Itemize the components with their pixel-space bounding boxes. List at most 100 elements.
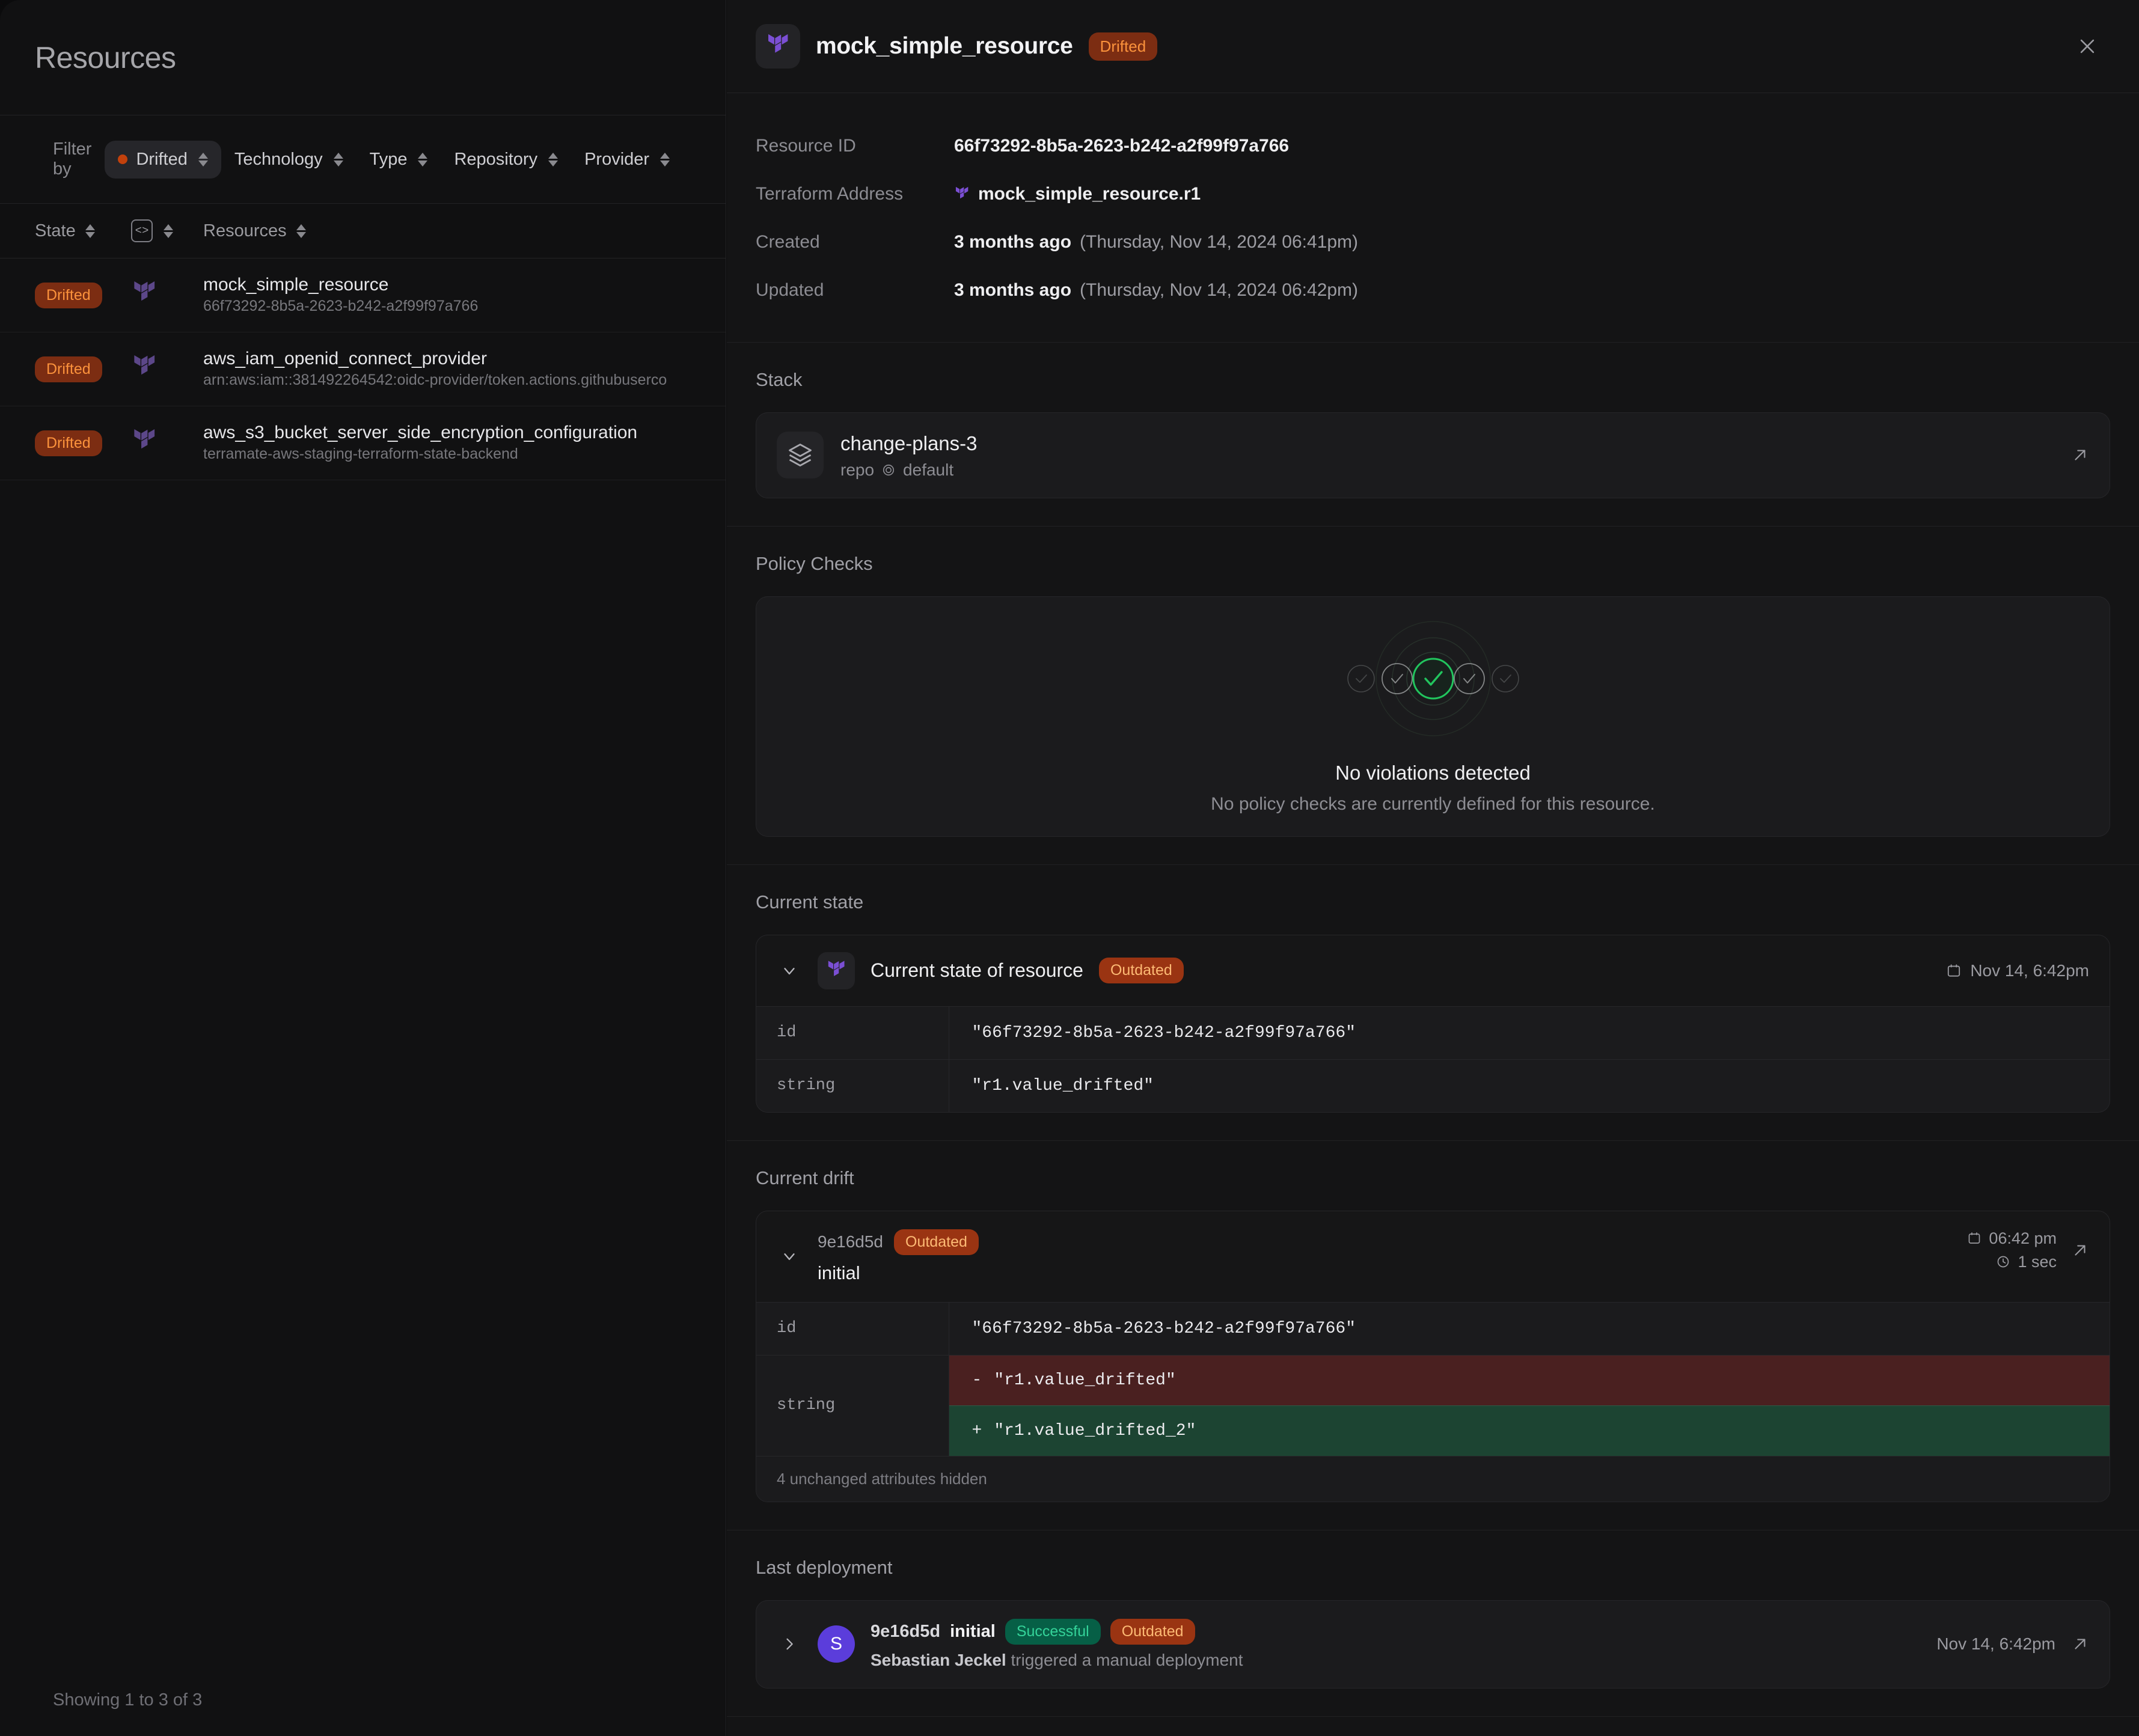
policy-checks-empty-state: No violations detected No policy checks …: [756, 596, 2110, 837]
deployment-action: triggered a manual deployment: [1011, 1650, 1243, 1669]
column-header-label: State: [35, 221, 76, 240]
status-dot-icon: [118, 154, 128, 164]
layers-icon: [777, 432, 824, 479]
metadata-value-wrap: 3 months ago (Thursday, Nov 14, 2024 06:…: [954, 232, 1358, 252]
metadata-rows: Resource ID 66f73292-8b5a-2623-b242-a2f9…: [756, 120, 2110, 314]
table-row: id "66f73292-8b5a-2623-b242-a2f99f97a766…: [756, 1006, 2110, 1060]
current-drift-duration-wrap: 1 sec: [1996, 1253, 2057, 1271]
stack-repo-label: repo: [840, 460, 875, 479]
terraform-icon: [131, 353, 158, 385]
state-cell: Drifted: [35, 356, 131, 382]
status-badge: Drifted: [35, 282, 102, 308]
metadata-section: Resource ID 66f73292-8b5a-2623-b242-a2f9…: [727, 93, 2139, 343]
diff-minus-marker: -: [972, 1371, 982, 1390]
section-title: Current state: [756, 891, 864, 912]
diff-removed-value: "r1.value_drifted": [994, 1371, 1176, 1390]
detail-header: mock_simple_resource Drifted: [727, 0, 2139, 93]
last-deployment-card[interactable]: S 9e16d5d initial Successful Outdated Se…: [756, 1600, 2110, 1689]
resource-info-cell: aws_s3_bucket_server_side_encryption_con…: [203, 421, 691, 465]
calendar-icon: [1967, 1231, 1981, 1245]
attribute-key: string: [756, 1354, 949, 1456]
resource-info-cell: mock_simple_resource 66f73292-8b5a-2623-…: [203, 274, 691, 317]
status-badge: Drifted: [1088, 32, 1158, 61]
current-drift-duration: 1 sec: [2018, 1252, 2057, 1271]
resources-table-header: State <> Resources: [0, 203, 726, 258]
filter-chip-repository[interactable]: Repository: [441, 141, 571, 179]
status-badge: Drifted: [35, 356, 102, 382]
resource-info-cell: aws_iam_openid_connect_provider arn:aws:…: [203, 347, 691, 391]
external-link-icon[interactable]: [2071, 446, 2089, 464]
check-circles-icon: [1307, 619, 1559, 739]
external-link-icon[interactable]: [2071, 1635, 2089, 1653]
resource-subtitle: terramate-aws-staging-terraform-state-ba…: [203, 445, 518, 463]
filter-chip-provider[interactable]: Provider: [571, 141, 683, 179]
chevron-updown-icon: [418, 152, 428, 167]
commit-sha: 9e16d5d: [818, 1232, 884, 1252]
section-title: Stack: [756, 369, 803, 390]
column-header-resources[interactable]: Resources: [203, 221, 306, 241]
pagination-text: Showing 1 to 3 of 3: [53, 1690, 203, 1710]
metadata-label: Created: [756, 232, 820, 252]
current-drift-time-wrap: 06:42 pm: [1967, 1229, 2057, 1248]
stack-card[interactable]: change-plans-3 repo default: [756, 412, 2110, 498]
code-icon: <>: [131, 219, 153, 242]
sort-icon[interactable]: [85, 224, 95, 238]
last-deployment-section: Last deployment S 9e16d5d initial Succes…: [727, 1530, 2139, 1717]
current-state-attributes-table: id "66f73292-8b5a-2623-b242-a2f99f97a766…: [756, 1006, 2110, 1112]
resource-row[interactable]: Drifted aws_iam_openid_connect_provider …: [0, 332, 726, 406]
technology-cell: [131, 280, 203, 311]
close-icon[interactable]: [2064, 23, 2110, 69]
sort-icon[interactable]: [164, 224, 173, 238]
sort-icon[interactable]: [296, 224, 306, 238]
diff-plus-marker: +: [972, 1421, 982, 1440]
external-link-icon[interactable]: [2071, 1241, 2089, 1259]
state-cell: Drifted: [35, 282, 131, 308]
terraform-icon: [131, 280, 158, 311]
diff-added-value: "r1.value_drifted_2": [994, 1421, 1196, 1440]
diff-added-cell: + "r1.value_drifted_2": [949, 1405, 2110, 1456]
chevron-down-icon[interactable]: [777, 962, 802, 980]
metadata-value: 66f73292-8b5a-2623-b242-a2f99f97a766: [954, 136, 1290, 156]
current-drift-times: 06:42 pm 1 sec: [1967, 1229, 2057, 1271]
filter-bar: Filter by Drifted Technology Type Reposi…: [0, 115, 726, 203]
resource-row[interactable]: Drifted mock_simple_resource 66f73292-8b…: [0, 258, 726, 332]
column-header-technology[interactable]: <>: [131, 219, 203, 242]
table-row-diff: string - "r1.value_drifted": [756, 1354, 2110, 1456]
technology-cell: [131, 353, 203, 385]
diff-removed-cell: - "r1.value_drifted": [949, 1354, 2110, 1406]
stack-info: change-plans-3 repo default: [840, 431, 978, 480]
chevron-right-icon[interactable]: [777, 1636, 802, 1652]
terraform-icon: [131, 427, 158, 459]
resource-row[interactable]: Drifted aws_s3_bucket_server_side_encryp…: [0, 406, 726, 480]
last-deployment-headline: 9e16d5d initial Successful Outdated: [871, 1618, 1243, 1645]
page-title: Resources: [35, 40, 176, 75]
chevron-down-icon[interactable]: [777, 1247, 802, 1265]
status-badge-successful: Successful: [1005, 1618, 1101, 1645]
chevron-updown-icon: [333, 152, 343, 167]
section-title: Policy Checks: [756, 552, 873, 574]
column-header-state[interactable]: State: [35, 221, 131, 241]
metadata-value-absolute: (Thursday, Nov 14, 2024 06:41pm): [1080, 232, 1359, 252]
filter-chip-type[interactable]: Type: [356, 141, 441, 179]
stack-section: Stack change-plans-3 repo default: [727, 343, 2139, 527]
diff-added-line: + "r1.value_drifted_2": [949, 1406, 2110, 1456]
terraform-icon: [954, 186, 970, 203]
stack-name: change-plans-3: [840, 432, 978, 454]
attribute-value: "66f73292-8b5a-2623-b242-a2f99f97a766": [949, 1301, 2110, 1355]
section-title: Last deployment: [756, 1556, 893, 1578]
metadata-value: mock_simple_resource.r1: [978, 184, 1201, 204]
app-root: Resources Filter by Drifted Technology T…: [0, 0, 2139, 1736]
current-drift-card-header[interactable]: 9e16d5d Outdated initial 06:42 pm 1 sec: [756, 1211, 2110, 1302]
status-badge: Drifted: [35, 430, 102, 456]
filter-chip-label: Technology: [234, 149, 323, 169]
filter-chip-label: Provider: [584, 149, 650, 169]
current-drift-time: 06:42 pm: [1989, 1229, 2057, 1247]
current-drift-id-line: 9e16d5d Outdated: [818, 1229, 979, 1255]
table-row: id "66f73292-8b5a-2623-b242-a2f99f97a766…: [756, 1301, 2110, 1355]
filter-by-label: Filter by: [53, 139, 92, 179]
filter-chip-drifted[interactable]: Drifted: [105, 140, 221, 179]
current-state-card-header[interactable]: Current state of resource Outdated Nov 1…: [756, 935, 2110, 1006]
section-title: Current drift: [756, 1167, 854, 1188]
metadata-label: Updated: [756, 280, 824, 300]
filter-chip-technology[interactable]: Technology: [221, 141, 356, 179]
